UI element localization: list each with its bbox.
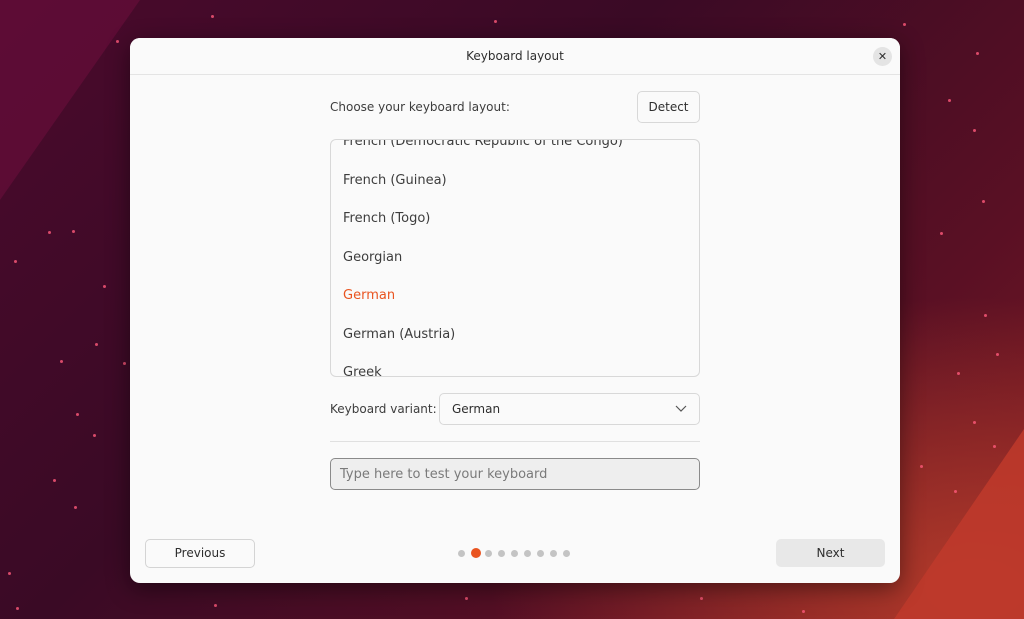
- layout-list-item[interactable]: French (Guinea): [331, 162, 699, 201]
- step-dot: [524, 550, 531, 557]
- wallpaper-star: [920, 465, 923, 468]
- wallpaper-star: [8, 572, 11, 575]
- layout-list-item[interactable]: German: [331, 277, 699, 316]
- wallpaper-star: [76, 413, 79, 416]
- wallpaper-star: [954, 490, 957, 493]
- layout-list-item[interactable]: Greek: [331, 354, 699, 376]
- keyboard-variant-label: Keyboard variant:: [330, 402, 437, 416]
- keyboard-variant-dropdown[interactable]: German: [439, 393, 700, 425]
- wallpaper-star: [973, 129, 976, 132]
- wallpaper-star: [93, 434, 96, 437]
- wallpaper-star: [700, 597, 703, 600]
- wallpaper-star: [48, 231, 51, 234]
- previous-button[interactable]: Previous: [145, 539, 255, 568]
- title-bar: Keyboard layout ✕: [130, 38, 900, 75]
- wallpaper-star: [211, 15, 214, 18]
- layout-prompt-label: Choose your keyboard layout:: [330, 100, 510, 114]
- layout-list-item[interactable]: French (Democratic Republic of the Congo…: [331, 140, 699, 162]
- wallpaper-star: [996, 353, 999, 356]
- wallpaper-star: [982, 200, 985, 203]
- wallpaper-shape: [0, 0, 140, 200]
- wallpaper-star: [802, 610, 805, 613]
- wallpaper-star: [984, 314, 987, 317]
- wallpaper-star: [95, 343, 98, 346]
- wallpaper-star: [957, 372, 960, 375]
- wallpaper-star: [74, 506, 77, 509]
- wallpaper-star: [123, 362, 126, 365]
- step-dot-active: [471, 548, 481, 558]
- close-button[interactable]: ✕: [873, 47, 892, 66]
- layout-list-item[interactable]: German (Austria): [331, 316, 699, 355]
- wallpaper-star: [116, 40, 119, 43]
- step-dot: [498, 550, 505, 557]
- step-dot: [511, 550, 518, 557]
- chevron-down-icon: [675, 405, 687, 412]
- wallpaper-star: [494, 20, 497, 23]
- wallpaper-star: [903, 23, 906, 26]
- wallpaper-star: [103, 285, 106, 288]
- wallpaper-star: [940, 232, 943, 235]
- wallpaper-shape: [894, 429, 1024, 619]
- layout-list-item[interactable]: Georgian: [331, 239, 699, 278]
- wallpaper-star: [976, 52, 979, 55]
- keyboard-layout-list[interactable]: French (Democratic Republic of the Congo…: [330, 139, 700, 377]
- wallpaper-star: [973, 421, 976, 424]
- detect-button[interactable]: Detect: [637, 91, 700, 123]
- next-button[interactable]: Next: [776, 539, 885, 567]
- wallpaper-star: [948, 99, 951, 102]
- close-icon: ✕: [877, 50, 888, 63]
- step-dot: [563, 550, 570, 557]
- wallpaper-star: [465, 597, 468, 600]
- divider: [330, 441, 700, 442]
- wallpaper-star: [16, 607, 19, 610]
- window-title: Keyboard layout: [466, 49, 564, 63]
- step-dot: [537, 550, 544, 557]
- keyboard-variant-value: German: [452, 402, 501, 416]
- layout-list-item[interactable]: French (Togo): [331, 200, 699, 239]
- step-dot: [458, 550, 465, 557]
- wallpaper-star: [60, 360, 63, 363]
- wallpaper-star: [14, 260, 17, 263]
- wallpaper-star: [214, 604, 217, 607]
- step-dot: [485, 550, 492, 557]
- wallpaper-star: [993, 445, 996, 448]
- layout-list-items: French (Democratic Republic of the Congo…: [331, 140, 699, 376]
- wallpaper-star: [53, 479, 56, 482]
- keyboard-test-input[interactable]: [330, 458, 700, 490]
- step-dot: [550, 550, 557, 557]
- keyboard-layout-dialog: Keyboard layout ✕ Choose your keyboard l…: [130, 38, 900, 583]
- wallpaper-star: [72, 230, 75, 233]
